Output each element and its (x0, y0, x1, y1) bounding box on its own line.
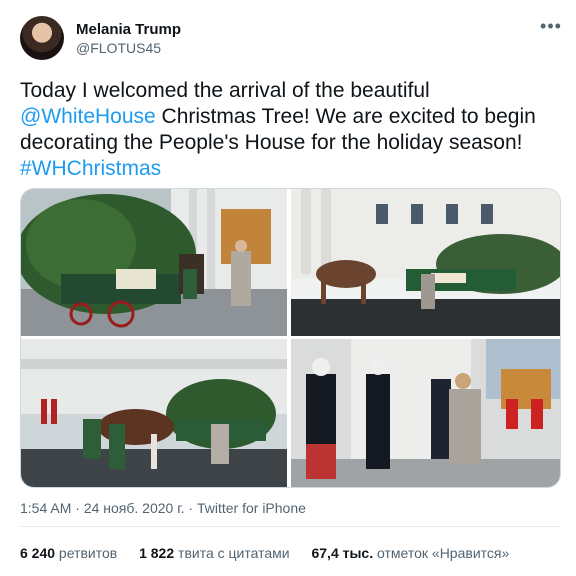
tweet-meta: 1:54 AM · 24 нояб. 2020 г. · Twitter for… (20, 500, 306, 516)
tweet-source[interactable]: Twitter for iPhone (197, 500, 306, 516)
quote-tweets-count: 1 822 (139, 545, 175, 561)
avatar[interactable] (20, 16, 64, 60)
photo-grid (20, 188, 561, 488)
photo-1[interactable] (21, 189, 287, 336)
photo-4[interactable] (291, 339, 560, 487)
likes-count: 67,4 тыс. (311, 545, 374, 561)
quote-tweets-stat[interactable]: 1 822 твита с цитатами (139, 545, 290, 561)
likes-stat[interactable]: 67,4 тыс. отметок «Нравится» (311, 545, 509, 561)
photo-2[interactable] (291, 189, 560, 336)
mention-link[interactable]: @WhiteHouse (20, 105, 156, 128)
retweets-count: 6 240 (20, 545, 56, 561)
separator: · (71, 500, 84, 516)
tweet-stats: 6 240 ретвитов 1 822 твита с цитатами 67… (20, 545, 527, 561)
tweet-text: Today I welcomed the arrival of the beau… (20, 78, 565, 182)
retweets-label: ретвитов (55, 545, 118, 561)
tweet-date[interactable]: 24 нояб. 2020 г. (84, 500, 185, 516)
divider (20, 526, 560, 527)
author-name[interactable]: Melania Trump (76, 21, 181, 38)
more-options-icon[interactable]: ••• (540, 17, 562, 36)
author-handle[interactable]: @FLOTUS45 (76, 40, 161, 56)
separator: · (184, 500, 197, 516)
hashtag-link[interactable]: #WHChristmas (20, 157, 161, 180)
photo-3[interactable] (21, 339, 287, 487)
likes-label: отметок «Нравится» (373, 545, 510, 561)
quote-tweets-label: твита с цитатами (174, 545, 290, 561)
retweets-stat[interactable]: 6 240 ретвитов (20, 545, 117, 561)
tweet-text-part: Today I welcomed the arrival of the beau… (20, 79, 430, 102)
tweet-time[interactable]: 1:54 AM (20, 500, 71, 516)
